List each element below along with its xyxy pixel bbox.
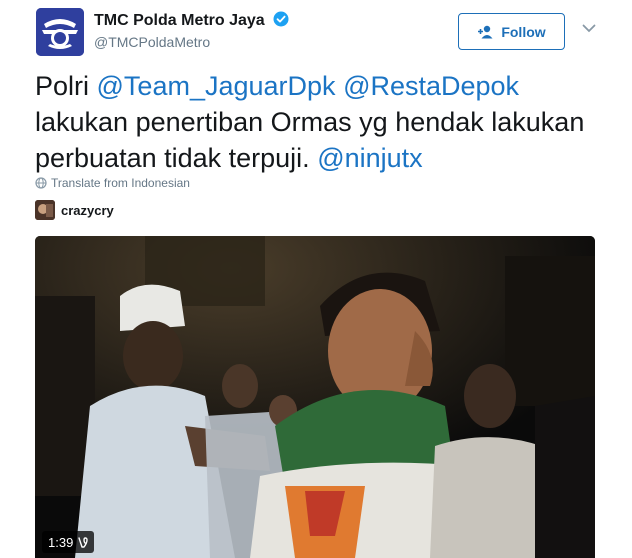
vine-icon <box>78 536 89 548</box>
mention-link[interactable]: @ninjutx <box>317 143 422 173</box>
chevron-down-icon[interactable] <box>582 24 596 33</box>
tweet-text-segment: Polri <box>35 71 97 101</box>
user-handle[interactable]: @TMCPoldaMetro <box>94 34 210 50</box>
media-attribution[interactable]: crazycry <box>35 200 114 220</box>
translate-label[interactable]: Translate from Indonesian <box>51 176 190 190</box>
display-name[interactable]: TMC Polda Metro Jaya <box>94 11 289 30</box>
mention-link[interactable]: @Team_JaguarDpk <box>97 71 336 101</box>
display-name-text[interactable]: TMC Polda Metro Jaya <box>94 12 265 29</box>
mention-link[interactable]: @RestaDepok <box>343 71 519 101</box>
video-player[interactable] <box>35 236 595 558</box>
globe-icon <box>35 177 47 189</box>
profile-avatar[interactable] <box>36 8 84 56</box>
attribution-avatar-image <box>35 200 55 220</box>
police-logo-icon <box>36 8 84 56</box>
follow-label: Follow <box>501 23 546 40</box>
translate-link[interactable]: Translate from Indonesian <box>35 176 190 190</box>
video-frame <box>35 236 595 558</box>
attribution-avatar[interactable] <box>35 200 55 220</box>
verified-badge-icon <box>273 11 289 27</box>
tweet-text-segment <box>336 71 344 101</box>
add-person-icon <box>478 25 493 38</box>
follow-button[interactable]: Follow <box>458 13 565 50</box>
attribution-name[interactable]: crazycry <box>61 203 114 218</box>
video-duration: 1:39 <box>48 534 74 550</box>
tweet-text-segment: lakukan penertiban Ormas yg hendak lakuk… <box>35 107 585 173</box>
video-duration-badge: 1:39 <box>42 531 95 553</box>
tweet-text: Polri @Team_JaguarDpk @RestaDepok lakuka… <box>35 68 605 176</box>
